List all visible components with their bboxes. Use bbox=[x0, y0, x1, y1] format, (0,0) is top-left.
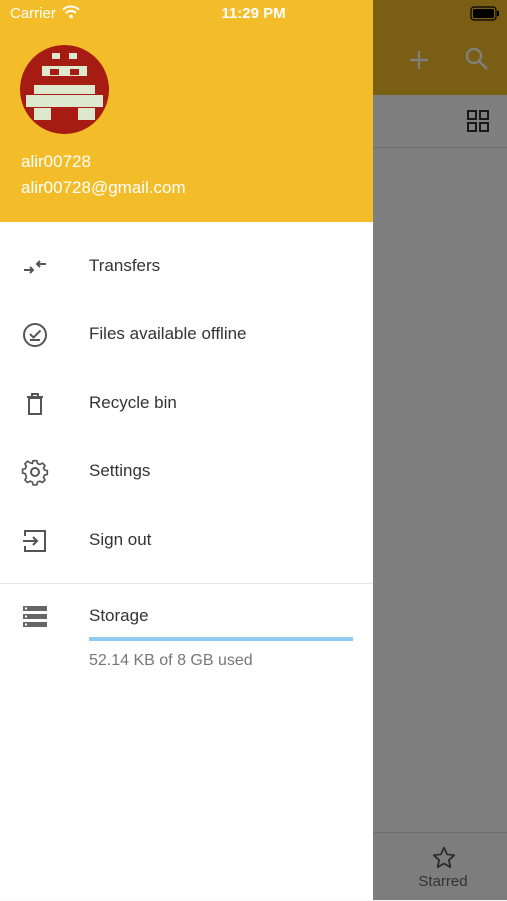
gear-icon bbox=[21, 459, 49, 486]
storage-usage-text: 52.14 KB of 8 GB used bbox=[89, 652, 253, 669]
offline-check-icon bbox=[23, 323, 47, 347]
menu-item-transfers[interactable]: Transfers bbox=[0, 232, 373, 300]
menu-item-label: Recycle bin bbox=[89, 393, 177, 412]
avatar-pattern-icon bbox=[26, 53, 103, 120]
menu-item-settings[interactable]: Settings bbox=[0, 437, 373, 505]
status-time: 11:29 PM bbox=[221, 5, 286, 22]
sign-out-icon bbox=[23, 530, 46, 552]
drawer-header: alir00728 alir00728@gmail.com bbox=[0, 0, 373, 222]
status-bar: Carrier 11:29 PM bbox=[0, 0, 507, 28]
menu-item-recycle-bin[interactable]: Recycle bin bbox=[0, 369, 373, 437]
menu-item-files-offline[interactable]: Files available offline bbox=[0, 300, 373, 368]
menu-item-label: Transfers bbox=[89, 256, 161, 275]
user-email: alir00728@gmail.com bbox=[21, 178, 186, 197]
storage-label[interactable]: Storage bbox=[89, 606, 149, 626]
navigation-drawer: alir00728 alir00728@gmail.com Transfers … bbox=[0, 0, 373, 900]
menu-item-label: Files available offline bbox=[89, 324, 247, 343]
divider bbox=[0, 583, 373, 584]
storage-icon bbox=[23, 606, 47, 627]
avatar[interactable] bbox=[20, 45, 109, 134]
storage-progress-fill bbox=[89, 637, 353, 641]
menu-item-sign-out[interactable]: Sign out bbox=[0, 506, 373, 574]
user-name: alir00728 bbox=[21, 152, 91, 171]
menu-item-label: Sign out bbox=[89, 530, 152, 549]
menu-item-label: Settings bbox=[89, 461, 151, 480]
transfers-icon bbox=[24, 260, 46, 274]
storage-progress-bar bbox=[89, 637, 353, 641]
trash-icon bbox=[27, 393, 43, 415]
